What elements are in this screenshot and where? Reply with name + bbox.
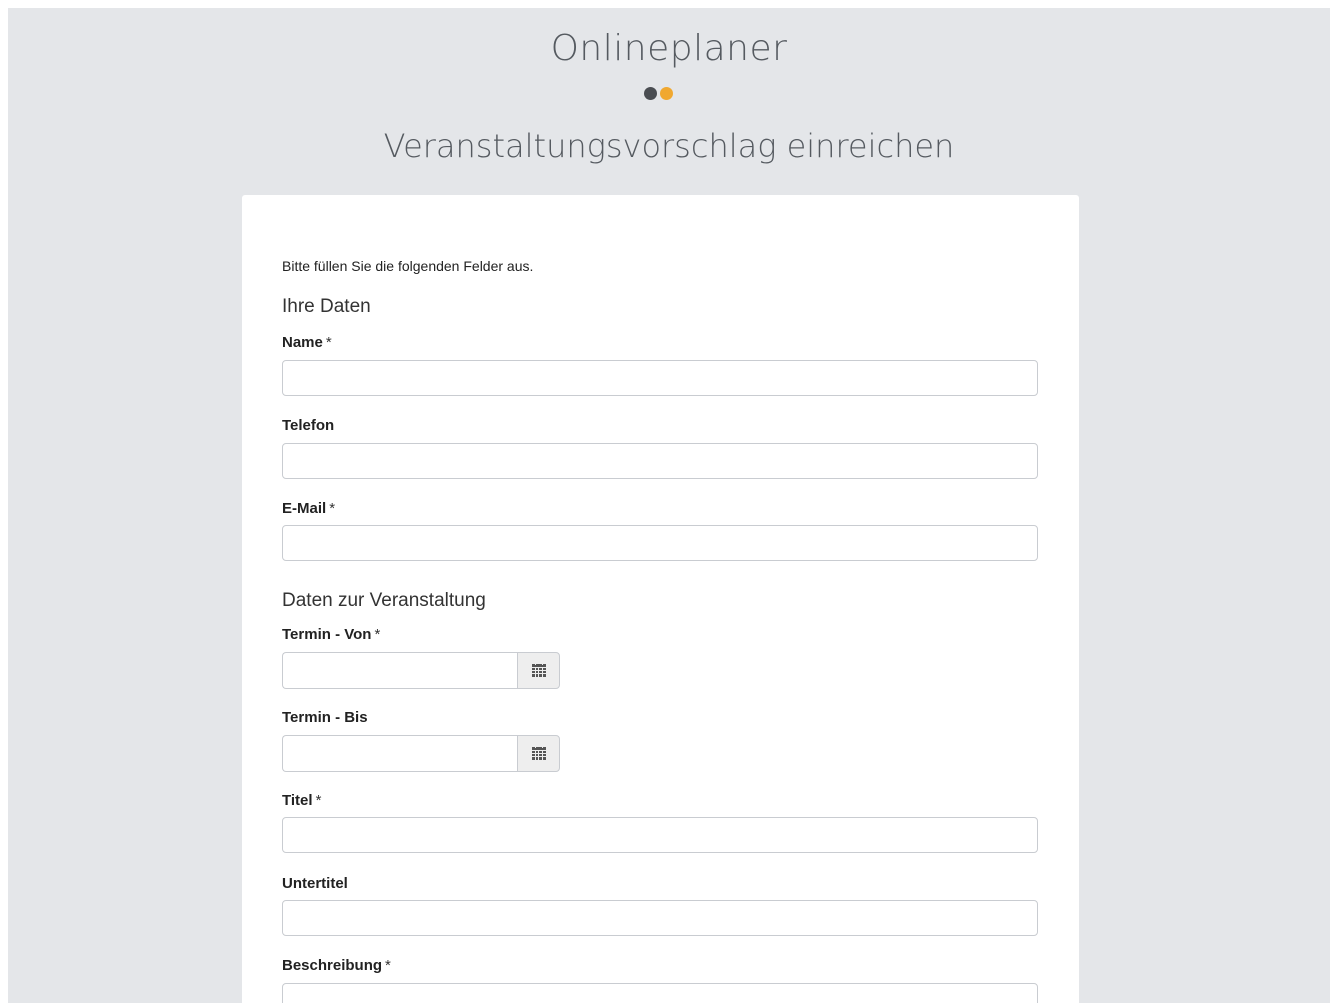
titel-label: Titel * <box>282 792 321 809</box>
termin-von-input[interactable] <box>282 652 517 689</box>
app-title: Onlineplaner <box>550 28 788 69</box>
section-heading-event: Daten zur Veranstaltung <box>282 590 486 611</box>
name-input[interactable] <box>282 360 1038 396</box>
untertitel-label-text: Untertitel <box>282 875 348 892</box>
telefon-label-text: Telefon <box>282 417 335 434</box>
form-intro: Bitte füllen Sie die folgenden Felder au… <box>282 258 534 274</box>
termin-bis-group <box>282 735 560 772</box>
calendar-icon <box>531 747 546 760</box>
required-marker: * <box>329 500 336 517</box>
termin-bis-label: Termin - Bis <box>282 709 368 726</box>
termin-von-datepicker-button[interactable] <box>517 652 560 689</box>
beschreibung-label-text: Beschreibung <box>282 957 383 974</box>
required-marker: * <box>385 957 391 974</box>
untertitel-label: Untertitel <box>282 875 348 892</box>
termin-von-label-text: Termin - Von <box>282 626 372 643</box>
calendar-icon <box>531 664 546 677</box>
required-marker: * <box>374 626 381 643</box>
email-label-text: E-Mail <box>282 500 327 517</box>
titel-label-text: Titel <box>282 792 313 809</box>
form-card: Bitte füllen Sie die folgenden Felder au… <box>242 195 1079 1003</box>
section-heading-personal: Ihre Daten <box>282 296 371 317</box>
logo-dot-dark <box>644 87 657 100</box>
name-label-text: Name <box>282 334 323 351</box>
required-marker: * <box>315 792 322 809</box>
logo-dot-orange <box>660 87 673 100</box>
untertitel-input[interactable] <box>282 900 1038 936</box>
name-label: Name * <box>282 334 332 351</box>
email-input[interactable] <box>282 525 1038 561</box>
termin-bis-datepicker-button[interactable] <box>517 735 560 772</box>
titel-input[interactable] <box>282 817 1038 853</box>
termin-bis-input[interactable] <box>282 735 517 772</box>
termin-von-label: Termin - Von * <box>282 626 380 643</box>
termin-bis-label-text: Termin - Bis <box>282 709 368 726</box>
telefon-input[interactable] <box>282 443 1038 479</box>
beschreibung-input[interactable] <box>282 983 1038 1003</box>
logo-dots <box>644 87 673 100</box>
telefon-label: Telefon <box>282 417 334 434</box>
email-label: E-Mail * <box>282 500 335 517</box>
required-marker: * <box>325 334 332 351</box>
beschreibung-label: Beschreibung * <box>282 957 391 974</box>
page-background: Onlineplaner Veranstaltungsvorschlag ein… <box>8 8 1330 1003</box>
page-title: Veranstaltungsvorschlag einreichen <box>383 127 955 165</box>
termin-von-group <box>282 652 560 689</box>
